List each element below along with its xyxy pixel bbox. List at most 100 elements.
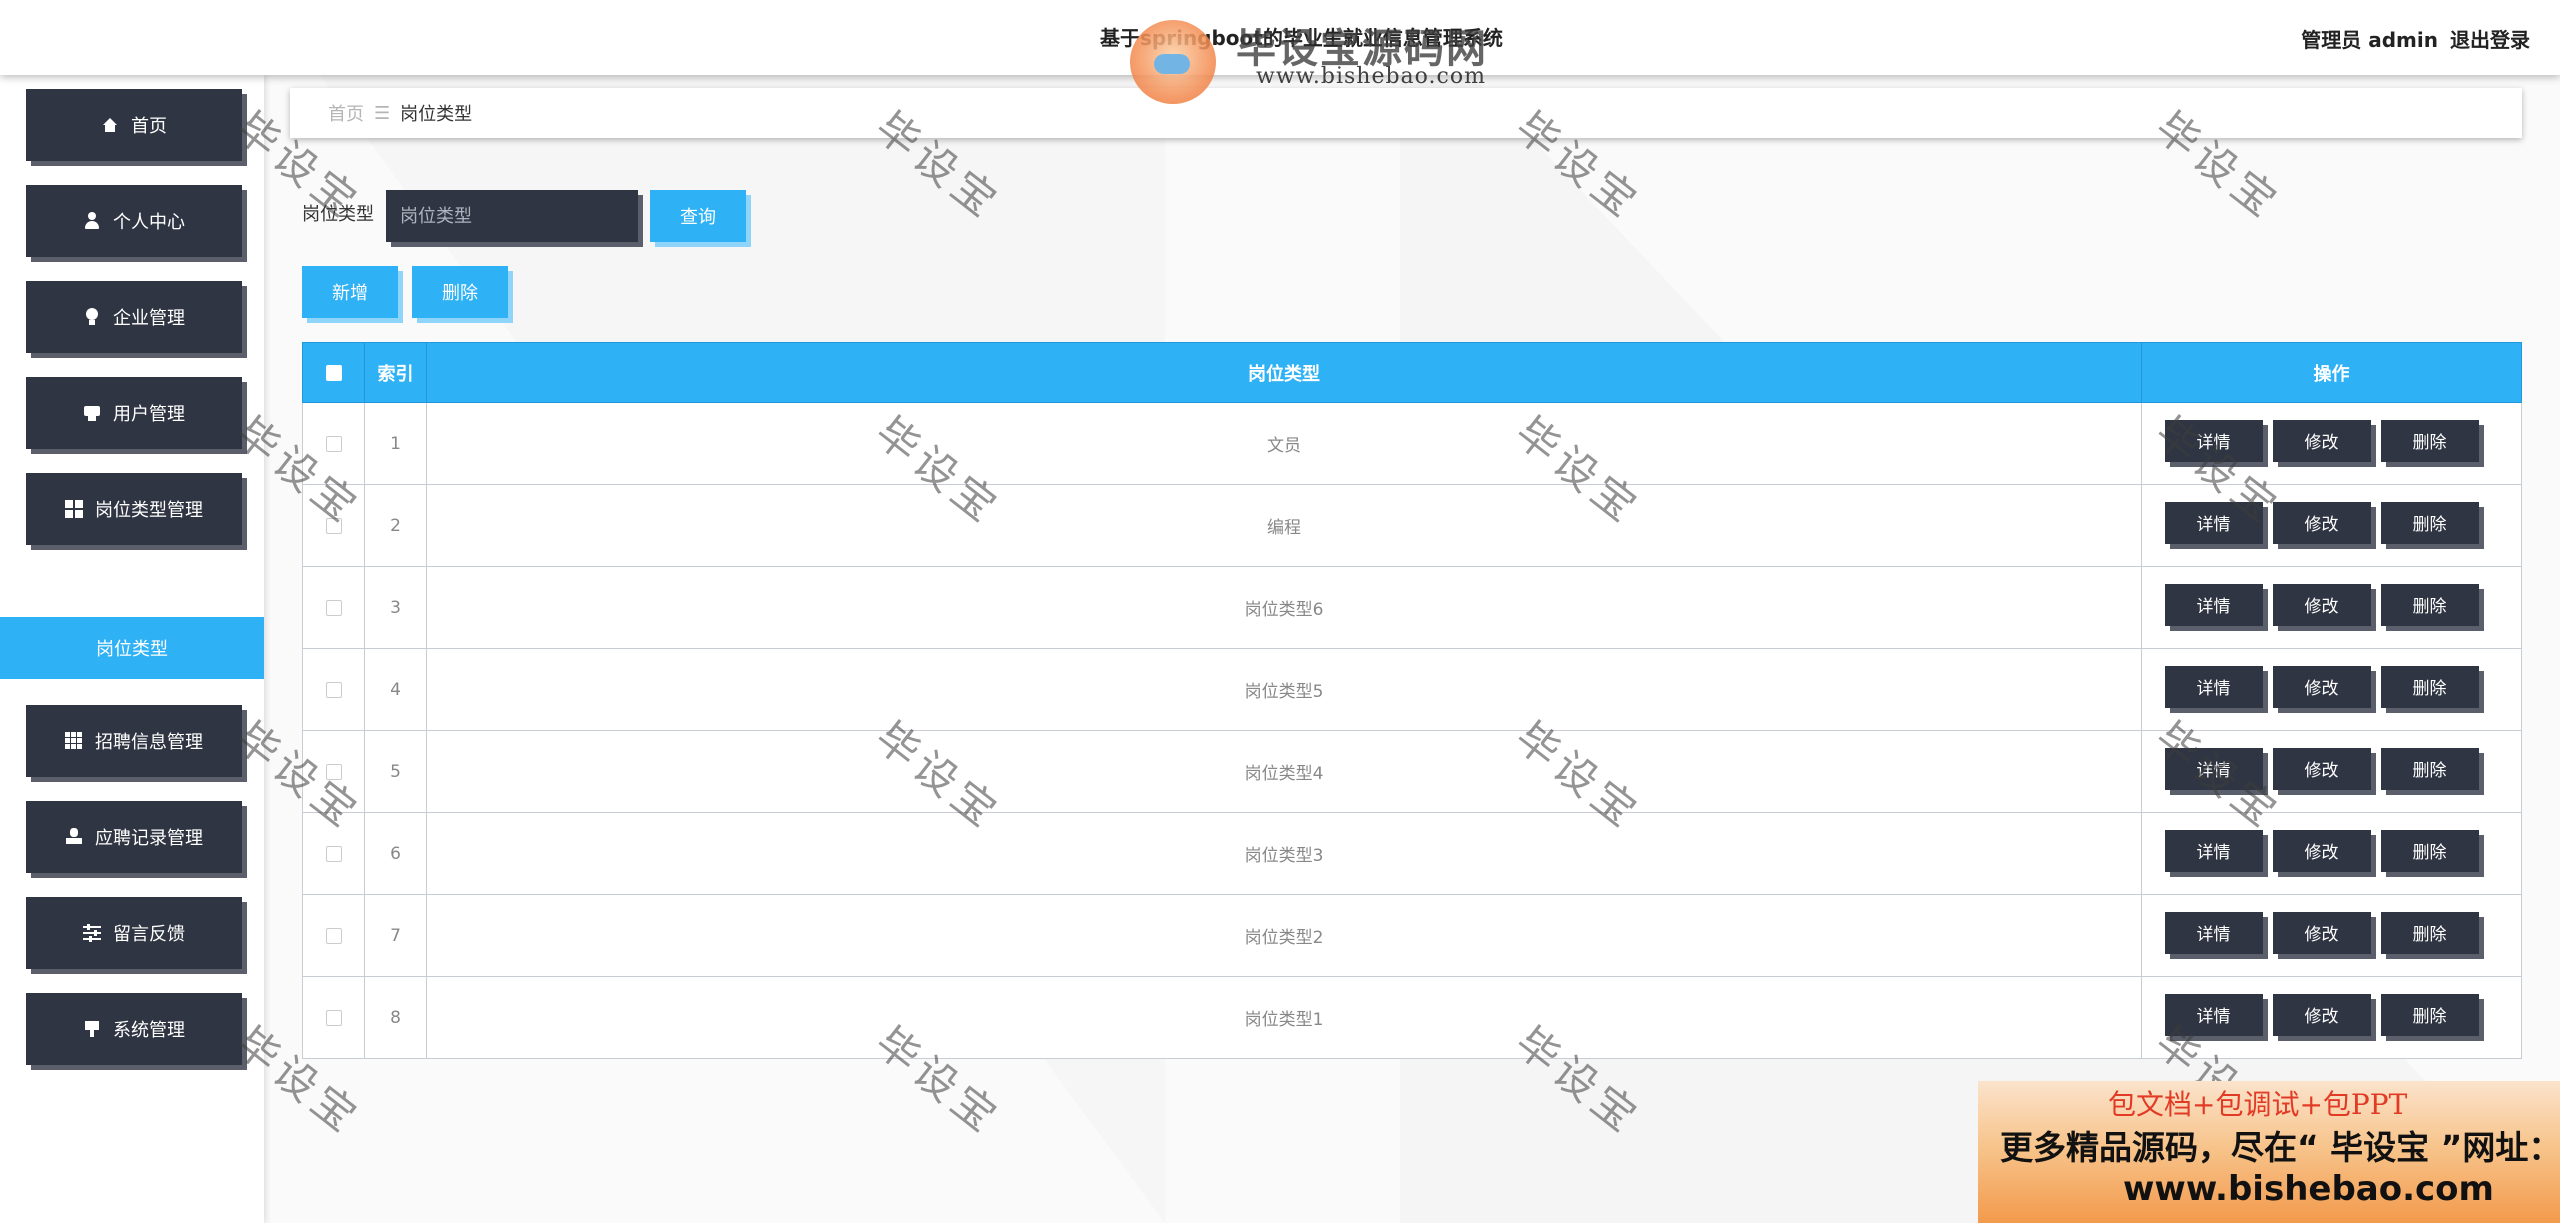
row-checkbox[interactable] [325,681,342,698]
row-checkbox[interactable] [325,1009,342,1026]
row-actions: 详情 修改 删除 [2141,730,2522,813]
table-row: 1 文员 详情 修改 删除 [302,402,2522,485]
user-role: 管理员 admin [2301,28,2438,52]
breadcrumb-home[interactable]: 首页 [328,100,364,126]
delete-button[interactable]: 删除 [2380,419,2479,462]
signpost-icon [83,1020,101,1038]
row-index: 8 [364,976,427,1059]
search-input[interactable] [386,190,638,242]
sidebar-item-profile[interactable]: 个人中心 [26,185,242,257]
table-row: 4 岗位类型5 详情 修改 删除 [302,648,2522,731]
search-label: 岗位类型 [302,204,374,225]
sidebar-item-system[interactable]: 系统管理 [26,993,242,1065]
edit-button[interactable]: 修改 [2272,583,2371,626]
grid-icon [65,500,83,518]
edit-button[interactable]: 修改 [2272,665,2371,708]
row-check-cell [302,566,365,649]
sidebar-item-job-type[interactable]: 岗位类型管理 [26,473,242,545]
edit-button[interactable]: 修改 [2272,419,2371,462]
person-icon [65,828,83,846]
row-actions: 详情 修改 删除 [2141,402,2522,485]
sidebar-subitem-job-type[interactable]: 岗位类型 [0,617,264,679]
row-check-cell [302,730,365,813]
row-job-type: 岗位类型1 [426,976,2142,1059]
sidebar-item-home[interactable]: 首页 [26,89,242,161]
detail-button[interactable]: 详情 [2164,665,2263,708]
row-checkbox[interactable] [325,435,342,452]
home-icon [101,116,119,134]
breadcrumb-current: 岗位类型 [400,104,473,125]
row-index: 5 [364,730,427,813]
edit-button[interactable]: 修改 [2272,829,2371,872]
row-index: 6 [364,812,427,895]
row-check-cell [302,812,365,895]
sidebar-item-company[interactable]: 企业管理 [26,281,242,353]
detail-button[interactable]: 详情 [2164,747,2263,790]
table-row: 2 编程 详情 修改 删除 [302,484,2522,567]
row-job-type: 编程 [426,484,2142,567]
sidebar-item-label: 首页 [131,116,167,137]
promo-line-2: 更多精品源码，尽在“ 毕设宝 ”网址： [2000,1128,2560,1167]
row-actions: 详情 修改 删除 [2141,484,2522,567]
logout-link[interactable]: 退出登录 [2450,24,2530,53]
row-check-cell [302,402,365,485]
sidebar-item-label: 招聘信息管理 [95,732,203,753]
brand-logo: 毕设宝源码网 www.bishebao.com [1130,14,1520,104]
sidebar-item-label: 系统管理 [113,1020,185,1041]
sidebar-item-label: 应聘记录管理 [95,828,203,849]
edit-button[interactable]: 修改 [2272,501,2371,544]
breadcrumb-separator-icon: ☰ [374,102,391,124]
breadcrumb: 首页 ☰ 岗位类型 [290,88,2522,138]
sidebar-item-label: 个人中心 [113,212,185,233]
detail-button[interactable]: 详情 [2164,501,2263,544]
promo-line-1: 包文档+包调试+包PPT [2108,1088,2408,1121]
delete-button[interactable]: 删除 [2380,583,2479,626]
sidebar-item-applications[interactable]: 应聘记录管理 [26,801,242,873]
sidebar: 首页 个人中心 企业管理 用户管理 岗位类型管理 岗位类型 招聘信息管理 应聘记… [0,75,264,1223]
delete-button[interactable]: 删除 [2380,747,2479,790]
add-button[interactable]: 新增 [302,266,398,318]
row-checkbox[interactable] [325,517,342,534]
delete-button[interactable]: 删除 [2380,829,2479,872]
select-all-checkbox[interactable] [325,365,342,381]
query-button[interactable]: 查询 [650,190,746,242]
detail-button[interactable]: 详情 [2164,829,2263,872]
row-job-type: 岗位类型4 [426,730,2142,813]
row-job-type: 岗位类型2 [426,894,2142,977]
row-job-type: 岗位类型5 [426,648,2142,731]
edit-button[interactable]: 修改 [2272,911,2371,954]
row-job-type: 岗位类型6 [426,566,2142,649]
row-actions: 详情 修改 删除 [2141,566,2522,649]
row-check-cell [302,484,365,567]
job-type-table: 索引 岗位类型 操作 1 文员 详情 修改 删除 2 编程 详情 修改 删除 3 岗位类型6 详情 修改删… [302,342,2522,1059]
table-row: 6 岗位类型3 详情 修改 删除 [302,812,2522,895]
column-header-actions: 操作 [2141,342,2522,403]
detail-button[interactable]: 详情 [2164,911,2263,954]
detail-button[interactable]: 详情 [2164,419,2263,462]
promo-banner: 包文档+包调试+包PPT 更多精品源码，尽在“ 毕设宝 ”网址： www.bis… [1978,1081,2560,1223]
delete-button[interactable]: 删除 [2380,665,2479,708]
user-area: 管理员 admin 退出登录 [2301,24,2530,53]
row-checkbox[interactable] [325,927,342,944]
row-checkbox[interactable] [325,763,342,780]
detail-button[interactable]: 详情 [2164,993,2263,1036]
delete-button[interactable]: 删除 [2380,993,2479,1036]
delete-button[interactable]: 删除 [2380,911,2479,954]
edit-button[interactable]: 修改 [2272,993,2371,1036]
table-header-row: 索引 岗位类型 操作 [302,342,2522,403]
sidebar-item-recruitment[interactable]: 招聘信息管理 [26,705,242,777]
batch-delete-button[interactable]: 删除 [412,266,508,318]
brand-logo-icon [1130,20,1216,104]
sidebar-item-feedback[interactable]: 留言反馈 [26,897,242,969]
delete-button[interactable]: 删除 [2380,501,2479,544]
user-icon [83,212,101,230]
edit-button[interactable]: 修改 [2272,747,2371,790]
row-index: 1 [364,402,427,485]
brand-url: www.bishebao.com [1256,64,1486,89]
row-actions: 详情 修改 删除 [2141,976,2522,1059]
sidebar-item-users[interactable]: 用户管理 [26,377,242,449]
detail-button[interactable]: 详情 [2164,583,2263,626]
row-checkbox[interactable] [325,845,342,862]
row-index: 3 [364,566,427,649]
row-checkbox[interactable] [325,599,342,616]
